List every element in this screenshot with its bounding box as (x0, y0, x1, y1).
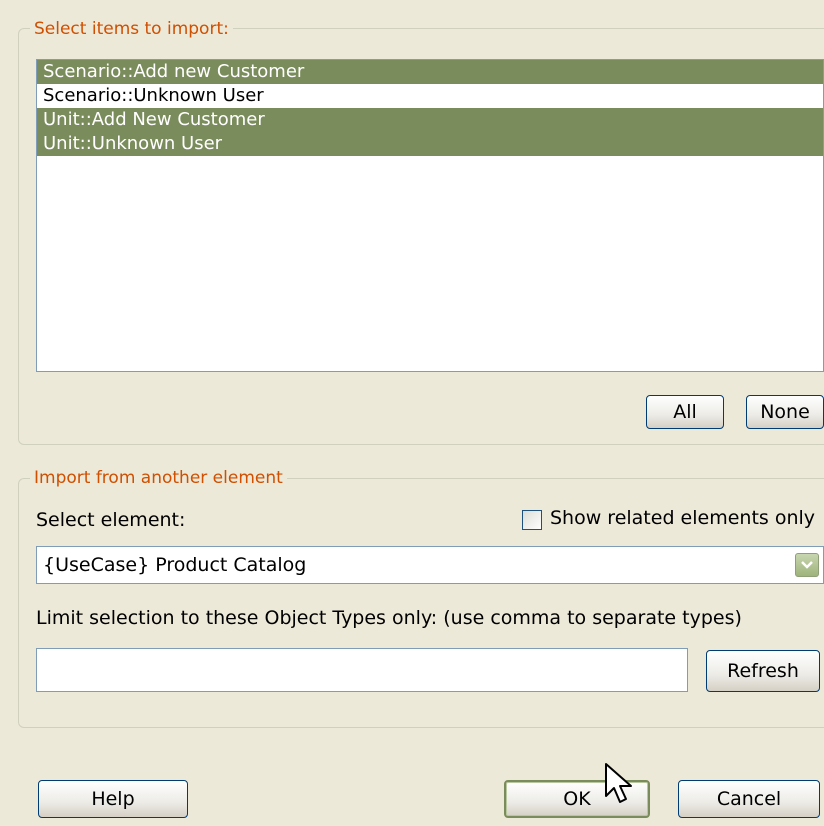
list-item[interactable]: Unit::Add New Customer (37, 108, 823, 132)
refresh-button[interactable]: Refresh (706, 650, 820, 692)
chevron-down-icon[interactable] (795, 553, 819, 577)
mouse-pointer-icon (605, 763, 632, 803)
select-element-label: Select element: (36, 509, 186, 531)
select-none-button[interactable]: None (746, 395, 824, 429)
list-item[interactable]: Scenario::Unknown User (37, 84, 823, 108)
cancel-button[interactable]: Cancel (678, 780, 820, 818)
limit-types-label: Limit selection to these Object Types on… (36, 607, 742, 629)
show-related-checkbox[interactable] (522, 510, 542, 530)
select-element-value: {UseCase} Product Catalog (43, 554, 307, 576)
import-from-element-group-title: Import from another element (30, 467, 287, 489)
select-all-button[interactable]: All (646, 395, 724, 429)
show-related-label: Show related elements only (550, 507, 816, 529)
list-item[interactable]: Scenario::Add new Customer (37, 60, 823, 84)
object-types-input[interactable] (36, 648, 688, 692)
list-item[interactable]: Unit::Unknown User (37, 132, 823, 156)
select-element-dropdown[interactable]: {UseCase} Product Catalog (36, 546, 824, 584)
import-items-list[interactable]: Scenario::Add new Customer Scenario::Unk… (36, 59, 824, 372)
select-items-group-title: Select items to import: (30, 18, 233, 40)
help-button[interactable]: Help (38, 780, 188, 818)
